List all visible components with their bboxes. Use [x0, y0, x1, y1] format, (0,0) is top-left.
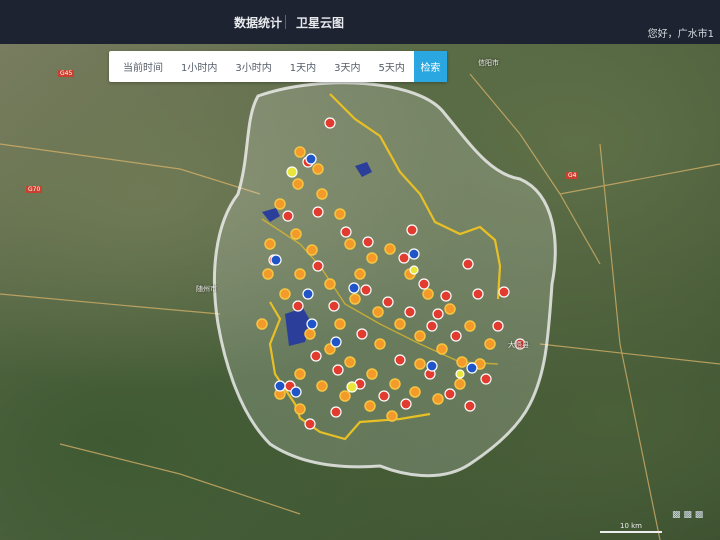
region-halo: [213, 81, 557, 478]
road-badge-g4: G4: [566, 172, 579, 179]
road-badge-g70: G70: [26, 186, 43, 193]
map-layer: [0, 73, 720, 540]
filter-3-days[interactable]: 3天内: [325, 59, 369, 74]
filter-1-day[interactable]: 1天内: [281, 59, 325, 74]
time-filter-bar: 当前时间 1小时内 3小时内 1天内 3天内 5天内 检索: [109, 51, 447, 82]
place-label-suizhou: 随州市: [196, 285, 217, 293]
road-badge-g45: G45: [58, 70, 75, 77]
search-button[interactable]: 检索: [413, 51, 447, 82]
tab-satellite-cloud[interactable]: 卫星云图: [296, 14, 344, 31]
map-scale-bar: 10 km: [600, 522, 662, 533]
user-greeting[interactable]: 您好，广水市1: [648, 25, 714, 40]
tab-separator: [285, 15, 286, 29]
place-label-xinyang: 信阳市: [478, 59, 499, 67]
filter-current-time[interactable]: 当前时间: [109, 59, 172, 74]
place-label-dawu: 大悟县: [508, 341, 529, 349]
filter-3-hours[interactable]: 3小时内: [226, 59, 280, 74]
filter-5-days[interactable]: 5天内: [370, 59, 414, 74]
satellite-map[interactable]: 信阳市 随州市 大悟县 G45 G70 G4: [0, 44, 720, 540]
filter-1-hour[interactable]: 1小时内: [172, 59, 226, 74]
tab-data-statistics[interactable]: 数据统计: [234, 14, 282, 31]
system-tray-icons: ▩ ▩ ▩: [672, 510, 704, 520]
top-navigation-bar: 数据统计 卫星云图 您好，广水市1: [0, 0, 720, 44]
